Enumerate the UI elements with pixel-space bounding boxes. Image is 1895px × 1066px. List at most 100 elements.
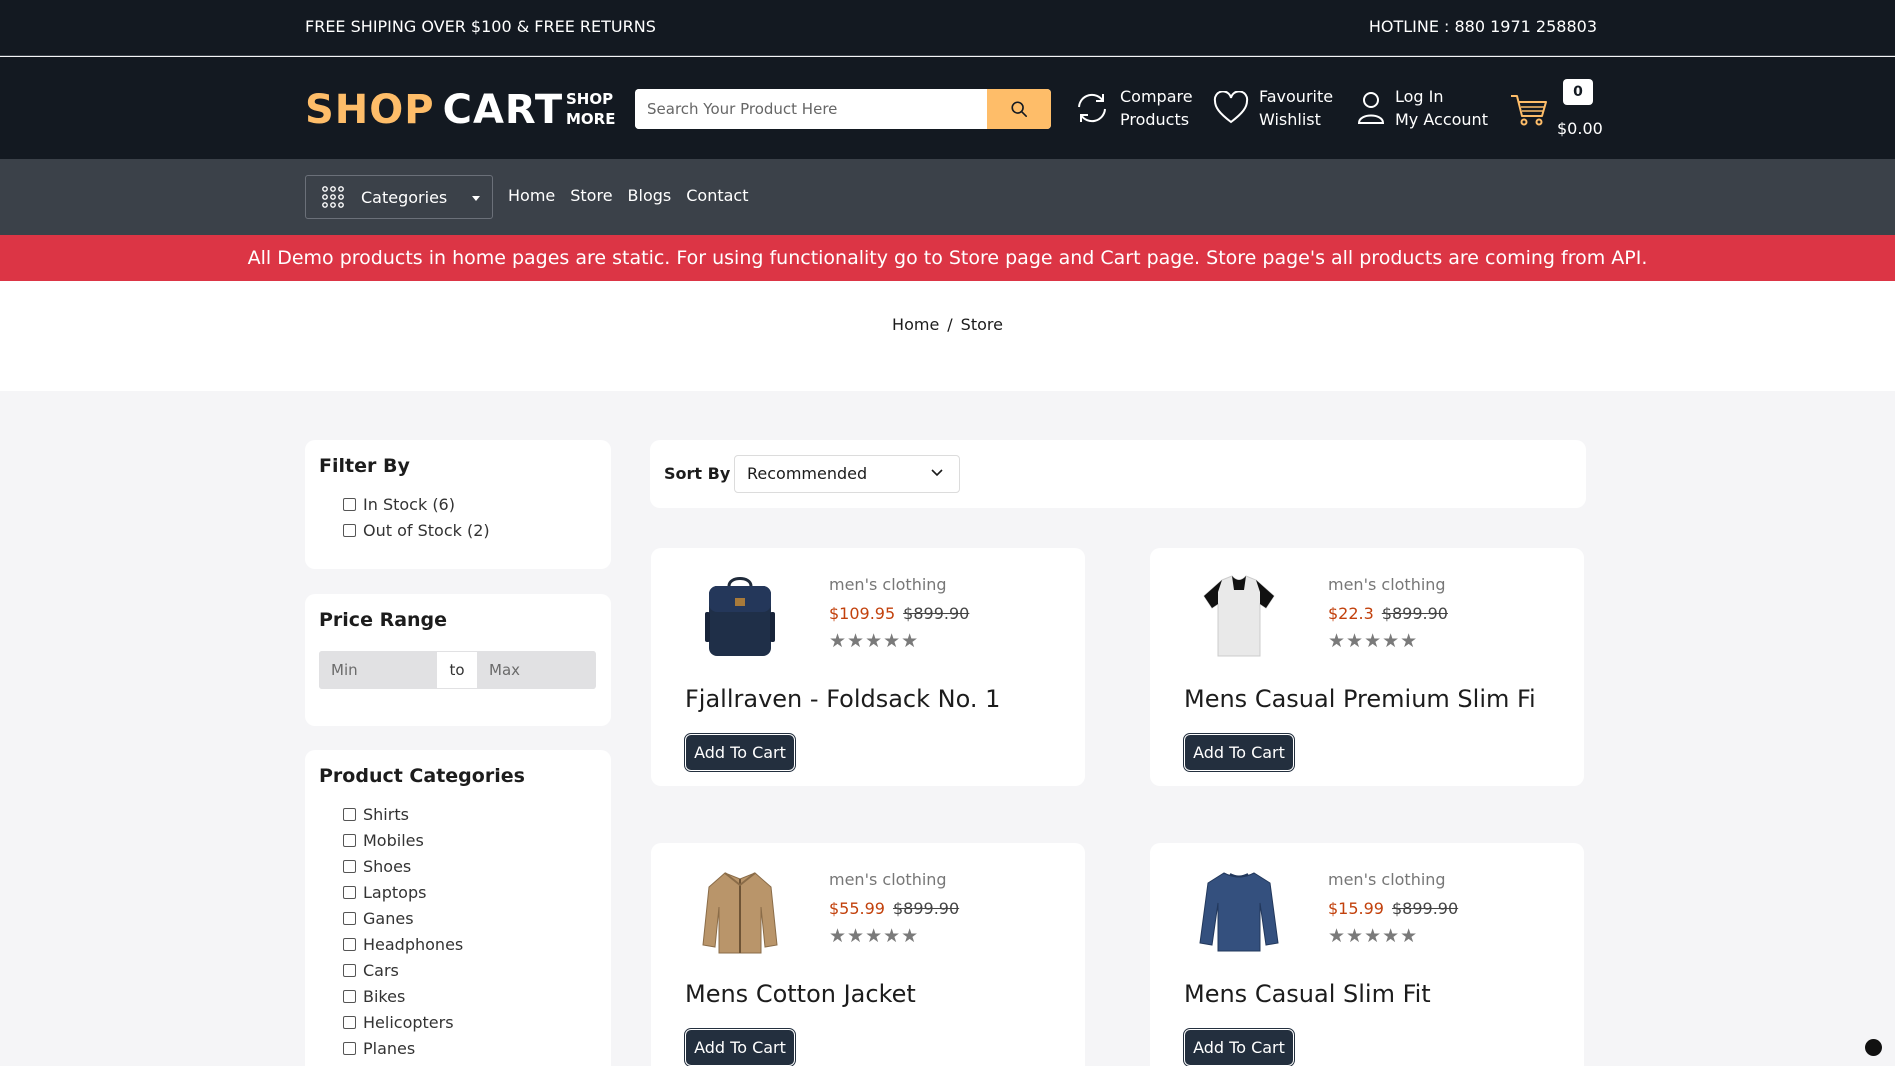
product-title[interactable]: Mens Casual Premium Slim Fi bbox=[1184, 685, 1536, 713]
product-brand: men's clothing bbox=[829, 870, 947, 889]
current-price: $22.3 bbox=[1328, 604, 1374, 623]
breadcrumb-current: Store bbox=[960, 315, 1003, 334]
categories-dropdown[interactable]: Categories bbox=[305, 175, 493, 219]
search-button[interactable] bbox=[987, 89, 1051, 129]
category-filter-list: Shirts Mobiles Shoes Laptops Ganes Headp… bbox=[319, 801, 597, 1061]
grid-menu-icon bbox=[322, 186, 344, 208]
tshirt-icon bbox=[1203, 575, 1275, 657]
product-card[interactable]: men's clothing $109.95 $899.90 ★★★★★ Fjal… bbox=[651, 548, 1085, 786]
product-title[interactable]: Fjallraven - Foldsack No. 1 bbox=[685, 685, 1000, 713]
add-to-cart-button[interactable]: Add To Cart bbox=[684, 1028, 796, 1066]
category-label: Shoes bbox=[363, 856, 412, 876]
product-price: $15.99 $899.90 bbox=[1328, 899, 1458, 918]
add-to-cart-button[interactable]: Add To Cart bbox=[1183, 1028, 1295, 1066]
category-option[interactable]: Helicopters bbox=[343, 1009, 597, 1035]
category-option[interactable]: Shirts bbox=[343, 801, 597, 827]
nav-link-contact[interactable]: Contact bbox=[686, 186, 748, 205]
checkbox[interactable] bbox=[343, 1041, 356, 1055]
price-range-title: Price Range bbox=[319, 609, 448, 631]
availability-filter-list: In Stock (6) Out of Stock (2) bbox=[319, 491, 597, 543]
heart-icon bbox=[1213, 91, 1249, 124]
compare-line2: Products bbox=[1120, 110, 1190, 129]
nav-link-blogs[interactable]: Blogs bbox=[628, 186, 672, 205]
logo[interactable]: SHOP CART bbox=[305, 87, 563, 133]
logo-part-cart: CART bbox=[442, 87, 564, 133]
product-title[interactable]: Mens Casual Slim Fit bbox=[1184, 980, 1431, 1008]
checkbox[interactable] bbox=[343, 937, 356, 951]
wishlist-link[interactable]: Favourite Wishlist bbox=[1213, 85, 1333, 131]
product-brand: men's clothing bbox=[829, 575, 947, 594]
checkbox[interactable] bbox=[343, 989, 356, 1003]
price-min-input[interactable] bbox=[319, 651, 437, 689]
cart-link[interactable]: 0 $0.00 bbox=[1510, 77, 1610, 141]
search-icon bbox=[1011, 101, 1028, 118]
category-label: Shirts bbox=[363, 804, 409, 824]
category-option[interactable]: Ganes bbox=[343, 905, 597, 931]
product-card[interactable]: men's clothing $15.99 $899.90 ★★★★★ Mens … bbox=[1150, 843, 1584, 1066]
product-categories-title: Product Categories bbox=[319, 765, 525, 787]
cart-count-badge: 0 bbox=[1563, 79, 1593, 105]
category-option[interactable]: Shoes bbox=[343, 853, 597, 879]
product-card[interactable]: men's clothing $55.99 $899.90 ★★★★★ Mens … bbox=[651, 843, 1085, 1066]
breadcrumb: Home / Store bbox=[0, 281, 1895, 391]
filter-by-title: Filter By bbox=[319, 455, 410, 477]
category-option[interactable]: Planes bbox=[343, 1035, 597, 1061]
checkbox[interactable] bbox=[343, 963, 356, 977]
product-title[interactable]: Mens Cotton Jacket bbox=[685, 980, 916, 1008]
nav-link-store[interactable]: Store bbox=[570, 186, 612, 205]
old-price: $899.90 bbox=[903, 604, 970, 623]
breadcrumb-home[interactable]: Home bbox=[892, 315, 939, 334]
category-option[interactable]: Headphones bbox=[343, 931, 597, 957]
star-rating: ★★★★★ bbox=[1328, 630, 1419, 652]
category-option[interactable]: Bikes bbox=[343, 983, 597, 1009]
checkbox[interactable] bbox=[343, 497, 356, 511]
checkbox[interactable] bbox=[343, 833, 356, 847]
category-label: Headphones bbox=[363, 934, 464, 954]
compare-products-link[interactable]: Compare Products bbox=[1074, 85, 1193, 131]
sort-by-label: Sort By bbox=[664, 464, 731, 483]
floating-dot[interactable] bbox=[1865, 1039, 1882, 1056]
price-range-card: Price Range to bbox=[305, 594, 611, 726]
product-card[interactable]: men's clothing $22.3 $899.90 ★★★★★ Mens C… bbox=[1150, 548, 1584, 786]
old-price: $899.90 bbox=[1381, 604, 1448, 623]
main-nav: Categories Home Store Blogs Contact bbox=[0, 159, 1895, 235]
old-price: $899.90 bbox=[892, 899, 960, 918]
checkbox[interactable] bbox=[343, 807, 356, 821]
longsleeve-icon bbox=[1199, 872, 1279, 952]
price-range-inputs: to bbox=[319, 651, 596, 689]
search-input[interactable] bbox=[635, 89, 987, 129]
sort-select[interactable]: Recommended bbox=[734, 455, 960, 493]
filter-option[interactable]: In Stock (6) bbox=[343, 491, 597, 517]
checkbox[interactable] bbox=[343, 1015, 356, 1029]
add-to-cart-button[interactable]: Add To Cart bbox=[1183, 733, 1295, 772]
wishlist-line1: Favourite bbox=[1259, 87, 1334, 106]
category-option[interactable]: Cars bbox=[343, 957, 597, 983]
category-label: Planes bbox=[363, 1038, 416, 1058]
caret-down-icon bbox=[472, 196, 480, 201]
filter-option-label: In Stock (6) bbox=[363, 494, 455, 514]
star-rating: ★★★★★ bbox=[1328, 925, 1419, 947]
breadcrumb-separator: / bbox=[947, 315, 953, 334]
filter-option[interactable]: Out of Stock (2) bbox=[343, 517, 597, 543]
checkbox[interactable] bbox=[343, 523, 356, 537]
add-to-cart-button[interactable]: Add To Cart bbox=[684, 733, 796, 772]
checkbox[interactable] bbox=[343, 911, 356, 925]
shop-more-line2: MORE bbox=[566, 110, 616, 128]
shop-more-link[interactable]: SHOP MORE bbox=[566, 89, 615, 129]
checkbox[interactable] bbox=[343, 885, 356, 899]
chevron-down-icon bbox=[931, 469, 943, 477]
category-option[interactable]: Mobiles bbox=[343, 827, 597, 853]
category-label: Helicopters bbox=[363, 1012, 454, 1032]
star-rating: ★★★★★ bbox=[829, 925, 920, 947]
user-icon bbox=[1357, 92, 1385, 124]
sort-selected-value: Recommended bbox=[747, 464, 868, 483]
account-line2: My Account bbox=[1395, 110, 1488, 129]
category-option[interactable]: Laptops bbox=[343, 879, 597, 905]
account-link[interactable]: Log In My Account bbox=[1357, 85, 1488, 131]
nav-link-home[interactable]: Home bbox=[508, 186, 555, 205]
search-bar bbox=[635, 89, 1051, 129]
checkbox[interactable] bbox=[343, 859, 356, 873]
category-label: Ganes bbox=[363, 908, 414, 928]
category-label: Mobiles bbox=[363, 830, 424, 850]
price-max-input[interactable] bbox=[477, 651, 595, 689]
